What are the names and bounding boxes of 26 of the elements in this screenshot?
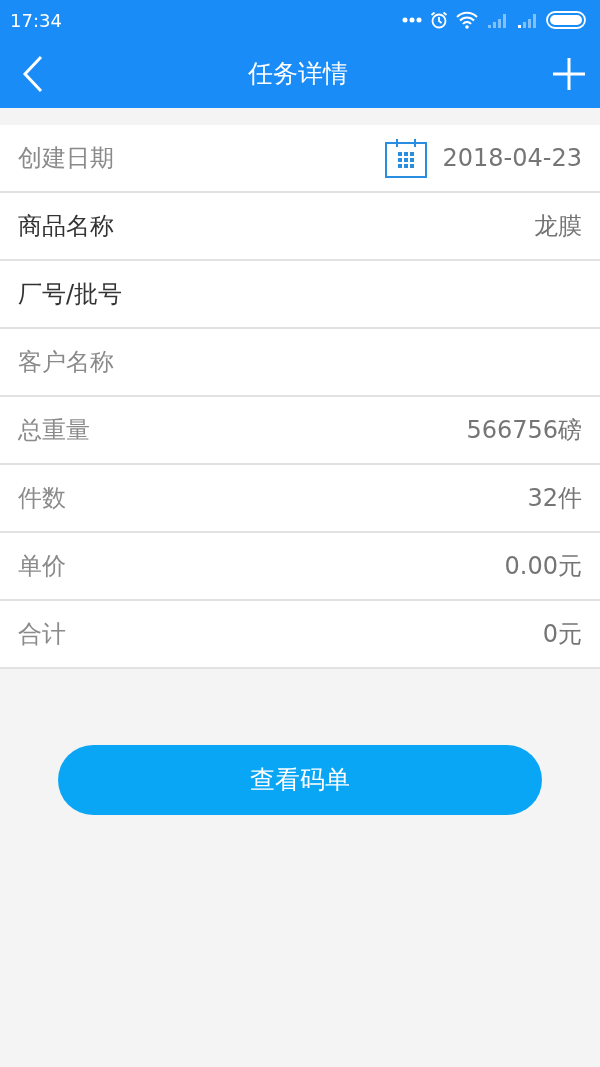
add-icon[interactable] <box>552 57 586 91</box>
field-label: 总重量 <box>18 415 90 446</box>
status-time: 17:34 <box>10 8 62 33</box>
field-value: 0元 <box>542 619 582 650</box>
field-value: 32件 <box>527 483 582 514</box>
field-value: 2018-04-23 <box>442 143 582 174</box>
field-value: 0.00元 <box>504 551 582 582</box>
field-value: 龙膜 <box>534 211 582 242</box>
alarm-icon <box>430 11 448 29</box>
field-label: 合计 <box>18 619 66 650</box>
field-label: 厂号/批号 <box>18 279 123 310</box>
view-list-button[interactable]: 查看码单 <box>58 745 542 815</box>
field-label: 客户名称 <box>18 347 114 378</box>
field-label: 商品名称 <box>18 211 114 242</box>
field-label: 单价 <box>18 551 66 582</box>
more-icon <box>402 17 422 23</box>
field-label: 件数 <box>18 483 66 514</box>
calendar-icon[interactable] <box>384 138 427 178</box>
field-label: 创建日期 <box>18 143 114 174</box>
signal-icon <box>516 12 538 28</box>
field-value: 566756磅 <box>466 415 582 446</box>
back-icon[interactable] <box>22 55 44 93</box>
signal-icon <box>486 12 508 28</box>
battery-icon <box>546 11 588 29</box>
wifi-icon <box>456 11 478 29</box>
page-title: 任务详情 <box>248 58 348 91</box>
